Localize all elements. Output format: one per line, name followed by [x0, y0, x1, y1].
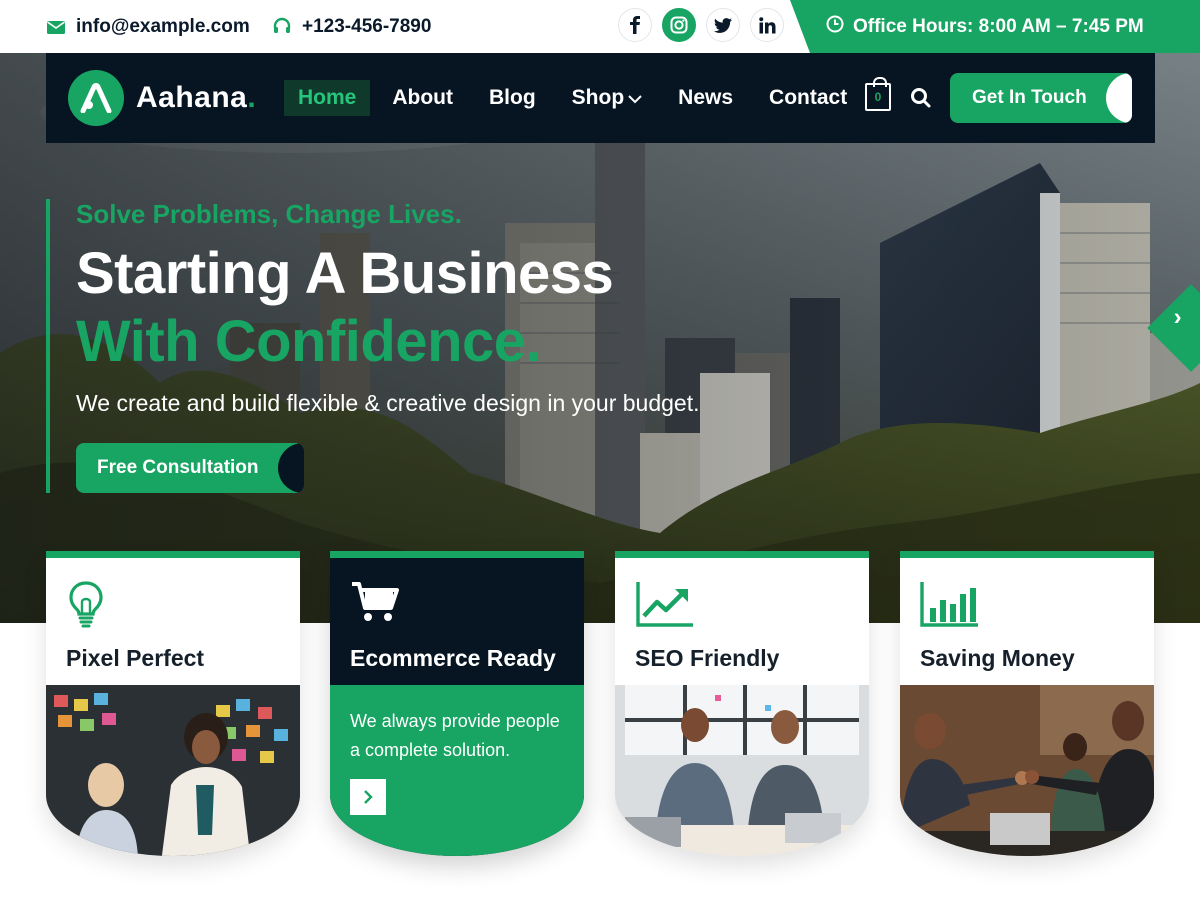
card-photo-fistbump — [900, 685, 1154, 856]
nav-item-contact[interactable]: Contact — [755, 80, 861, 116]
nav-menu: Home About Blog Shop News Contact — [284, 80, 869, 116]
top-bar: info@example.com +123-456-7890 Office Ho… — [0, 0, 1200, 53]
feature-card-title: Pixel Perfect — [66, 645, 205, 671]
hero-accent-bar — [46, 199, 50, 493]
free-consultation-button[interactable]: Free Consultation — [76, 443, 304, 493]
topbar-email[interactable]: info@example.com — [46, 0, 250, 53]
feature-card-saving-money[interactable]: Saving Money — [900, 551, 1154, 856]
hero-headline-line1: Starting A Business — [76, 241, 614, 306]
facebook-icon[interactable] — [618, 8, 652, 42]
get-in-touch-label: Get In Touch — [972, 87, 1087, 108]
nav-item-shop-label: Shop — [571, 86, 625, 109]
logo-text: Aahana. — [136, 81, 257, 114]
get-in-touch-button[interactable]: Get In Touch — [950, 73, 1132, 123]
feature-card-seo-friendly[interactable]: SEO Friendly — [615, 551, 869, 856]
linkedin-icon[interactable] — [750, 8, 784, 42]
phone-text: +123-456-7890 — [302, 15, 432, 37]
card-photo-meeting — [46, 685, 300, 856]
social-links — [618, 8, 784, 42]
main-navbar: Aahana. Home About Blog Shop News Contac… — [46, 53, 1155, 143]
chevron-down-icon — [628, 86, 642, 110]
twitter-icon[interactable] — [706, 8, 740, 42]
instagram-icon[interactable] — [662, 8, 696, 42]
page: info@example.com +123-456-7890 Office Ho… — [0, 0, 1200, 900]
site-logo[interactable]: Aahana. — [68, 70, 256, 126]
free-consultation-label: Free Consultation — [97, 457, 259, 478]
hero-tagline: Solve Problems, Change Lives. — [76, 199, 462, 229]
growth-chart-icon — [635, 580, 695, 628]
envelope-icon — [46, 17, 66, 37]
clock-icon — [826, 15, 844, 39]
feature-card-description-panel: We always provide people a complete solu… — [330, 685, 584, 856]
feature-card-ecommerce-ready[interactable]: Ecommerce Ready We always provide people… — [330, 551, 584, 856]
cart-count: 0 — [874, 90, 882, 104]
email-text: info@example.com — [76, 15, 250, 37]
nav-item-blog[interactable]: Blog — [475, 80, 550, 116]
nav-item-home[interactable]: Home — [284, 80, 371, 116]
hero-headline-line2: With Confidence. — [76, 309, 542, 374]
nav-item-news[interactable]: News — [664, 80, 747, 116]
lightbulb-icon — [66, 580, 126, 628]
feature-card-description: We always provide people a complete solu… — [350, 711, 560, 760]
card-arrow-button[interactable] — [350, 779, 386, 815]
feature-card-title: Ecommerce Ready — [350, 645, 556, 671]
bar-chart-icon — [920, 580, 980, 628]
chevron-right-icon: › — [1173, 303, 1182, 331]
nav-item-shop[interactable]: Shop — [558, 80, 657, 116]
feature-card-title: Saving Money — [920, 645, 1075, 671]
headset-icon — [272, 17, 292, 37]
card-photo-team — [615, 685, 869, 856]
office-hours: Office Hours: 8:00 AM – 7:45 PM — [790, 0, 1200, 53]
logo-mark-icon — [68, 70, 124, 126]
hero-subtext: We create and build flexible & creative … — [76, 390, 700, 416]
office-hours-text: Office Hours: 8:00 AM – 7:45 PM — [853, 15, 1144, 37]
nav-item-about[interactable]: About — [378, 80, 467, 116]
feature-card-pixel-perfect[interactable]: Pixel Perfect — [46, 551, 300, 856]
search-icon[interactable] — [910, 87, 932, 109]
cart-icon — [350, 580, 410, 628]
feature-card-title: SEO Friendly — [635, 645, 780, 671]
cart-icon[interactable]: 0 — [865, 77, 891, 111]
topbar-phone[interactable]: +123-456-7890 — [272, 0, 431, 53]
